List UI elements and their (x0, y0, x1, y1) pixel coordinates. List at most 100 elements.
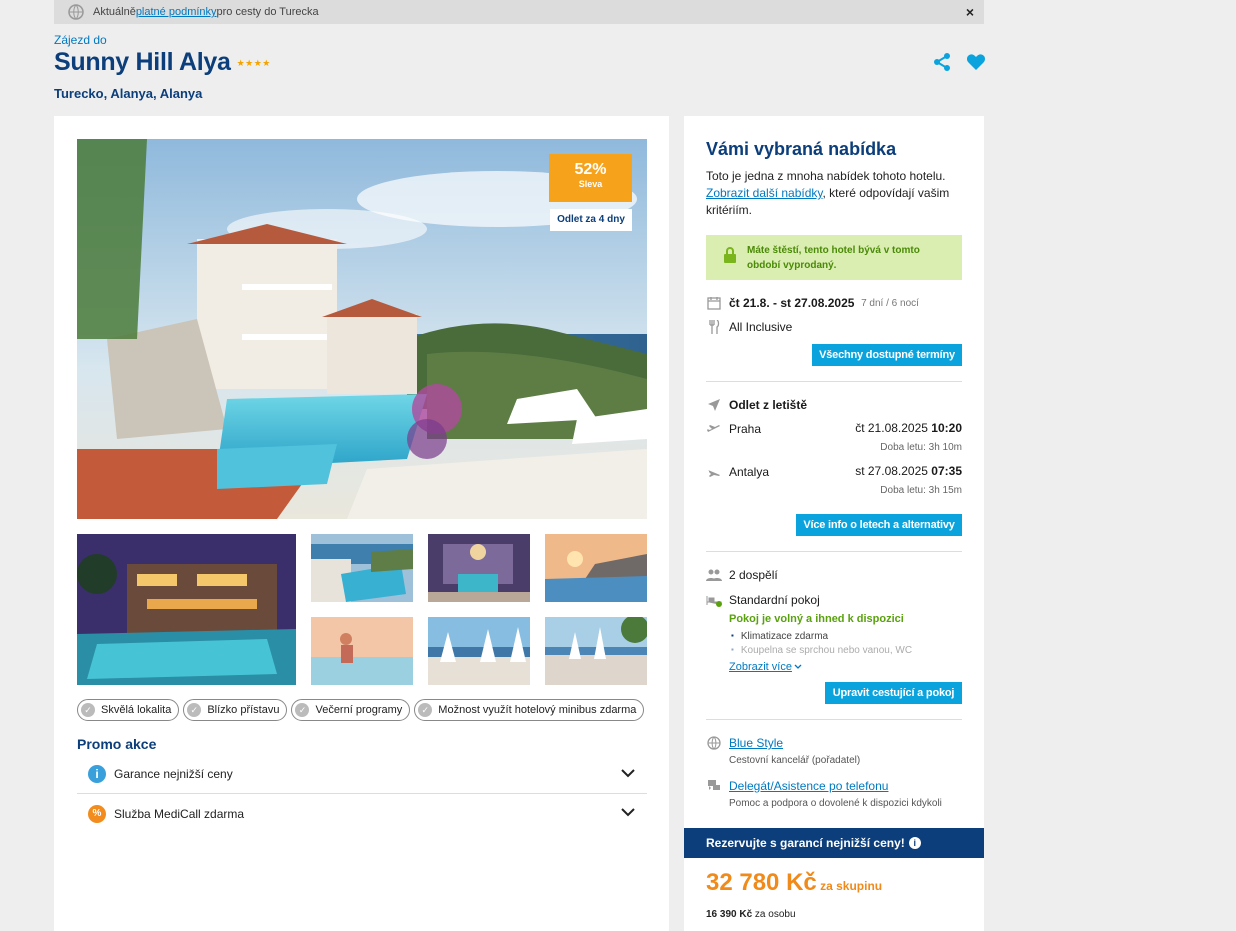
return-duration: Doba letu: 3h 15m (880, 485, 962, 496)
chevron-down-icon[interactable] (621, 767, 635, 781)
board-type: All Inclusive (729, 320, 793, 334)
thumbnail-sunset-pool[interactable] (545, 534, 647, 602)
promo-title: Promo akce (77, 736, 157, 752)
amenity-item: Koupelna se sprchou nebo vanou, WC (731, 645, 912, 656)
return-time: 07:35 (931, 464, 962, 478)
conditions-link[interactable]: platné podmínky (136, 6, 217, 18)
discount-label: Sleva (578, 179, 603, 189)
more-offers-link[interactable]: Zobrazit další nabídky (706, 186, 823, 200)
close-icon[interactable]: × (966, 4, 974, 20)
dates-row: čt 21.8. - st 27.08.2025 7 dní / 6 nocí (706, 295, 919, 311)
calendar-icon (706, 295, 722, 311)
globe-icon (68, 4, 84, 20)
page: Aktuálně platné podmínky pro cesty do Tu… (0, 0, 1236, 931)
favorite-heart-icon[interactable] (966, 52, 986, 77)
delegate-description: Pomoc a podpora o dovolené k dispozici k… (729, 798, 942, 809)
promo-medicall[interactable]: % Služba MediCall zdarma (77, 794, 647, 833)
flight-title-row: Odlet z letiště (706, 397, 807, 413)
thumbnail-woman-pool[interactable] (311, 617, 413, 685)
feature-label: Blízko přístavu (207, 704, 280, 716)
delegate-link[interactable]: Delegát/Asistence po telefonu (729, 779, 888, 793)
trip-subtitle: Zájezd do (54, 33, 107, 47)
globe-icon (706, 735, 722, 751)
info-icon: i (88, 765, 106, 783)
feature-label: Večerní programy (315, 704, 403, 716)
outbound-row: Praha (706, 421, 761, 437)
bed-icon (706, 592, 722, 608)
offer-title: Vámi vybraná nabídka (706, 139, 897, 159)
divider (706, 551, 962, 552)
promo-lowest-price[interactable]: i Garance nejnižší ceny (77, 755, 647, 794)
total-price: 32 780 Kč za skupinu (706, 869, 882, 897)
availability-notice: Máte štěstí, tento hotel bývá v tomto ob… (706, 235, 962, 280)
return-city: Antalya (729, 465, 770, 479)
promo-label: Garance nejnižší ceny (114, 767, 233, 781)
check-icon: ✓ (418, 703, 433, 717)
chevron-down-icon[interactable] (621, 806, 635, 820)
people-icon (706, 567, 722, 583)
check-icon: ✓ (81, 703, 95, 717)
room-type: Standardní pokoj (729, 593, 820, 607)
agency-role: Cestovní kancelář (pořadatel) (729, 755, 861, 766)
agency-link[interactable]: Blue Style (729, 736, 783, 750)
star-rating: ★★★★ (236, 58, 271, 68)
thumbnail-sun-terrace[interactable] (428, 617, 530, 685)
thumbnail-beach-umbrellas[interactable] (545, 617, 647, 685)
return-date: st 27.08.2025 (855, 464, 928, 478)
amenity-item: Klimatizace zdarma (731, 631, 828, 642)
all-terms-button[interactable]: Všechny dostupné termíny (812, 344, 962, 366)
hotel-name: Sunny Hill Alya (54, 48, 231, 76)
show-more-link[interactable]: Zobrazit více (729, 661, 792, 673)
passengers-row: 2 dospělí (706, 567, 778, 583)
outbound-date: čt 21.08.2025 (855, 421, 928, 435)
promo-label: Služba MediCall zdarma (114, 806, 245, 821)
thumbnail-spa[interactable] (428, 534, 530, 602)
header-actions (932, 52, 986, 77)
per-person-value: 16 390 Kč (706, 909, 753, 920)
support-icon (706, 778, 722, 794)
hotel-features: ✓ Skvělá lokalita ✓ Blízko přístavu ✓ Večer… (77, 699, 645, 721)
price-unit: za skupinu (816, 879, 883, 893)
per-person-price: 16 390 Kč za osobu (706, 909, 796, 920)
info-prefix: Aktuálně (93, 6, 136, 18)
discount-badge: 52% Sleva (549, 154, 632, 202)
edit-travelers-button[interactable]: Upravit cestující a pokoj (825, 682, 962, 704)
feature-label: Skvělá lokalita (101, 704, 172, 716)
offer-summary-panel: Vámi vybraná nabídka Toto je jedna z mno… (684, 116, 984, 931)
title-row: Sunny Hill Alya ★★★★ (54, 48, 271, 77)
feature-tag: ✓ Možnost využít hotelový minibus zdarma (414, 699, 645, 721)
outbound-duration: Doba letu: 3h 10m (880, 442, 962, 453)
outbound-time: 10:20 (931, 421, 962, 435)
thumbnail-night-pool[interactable] (77, 534, 296, 685)
takeoff-plane-icon (706, 421, 722, 437)
thumbnail-pool-sea[interactable] (311, 534, 413, 602)
divider (706, 381, 962, 382)
agency-row: Blue Style (706, 735, 783, 751)
percent-icon: % (88, 804, 106, 823)
feature-label: Možnost využít hotelový minibus zdarma (438, 704, 637, 716)
share-icon[interactable] (932, 52, 952, 77)
check-icon: ✓ (187, 703, 202, 717)
board-row: All Inclusive (706, 319, 792, 335)
cutlery-icon (706, 319, 722, 335)
show-more[interactable]: Zobrazit více (729, 661, 802, 673)
feature-tag: ✓ Večerní programy (291, 699, 411, 721)
delegate-row: Delegát/Asistence po telefonu (706, 778, 888, 794)
per-person-label: za osobu (752, 909, 796, 920)
flight-info-button[interactable]: Více info o letech a alternativy (796, 514, 962, 536)
price-value: 32 780 Kč (706, 869, 817, 896)
feature-tag: ✓ Blízko přístavu (183, 699, 288, 721)
discount-percent: 52% (574, 161, 607, 178)
trip-dates: čt 21.8. - st 27.08.2025 (729, 296, 855, 310)
check-icon: ✓ (295, 703, 310, 717)
room-row: Standardní pokoj (706, 592, 820, 608)
return-datetime: st 27.08.2025 07:35 (855, 464, 962, 478)
reserve-banner: Rezervujte s garancí nejnižší ceny! i (684, 828, 984, 858)
travel-info-bar: Aktuálně platné podmínky pro cesty do Tu… (54, 0, 984, 24)
hero-photo[interactable]: 52% Sleva Odlet za 4 dny (77, 139, 647, 519)
info-icon[interactable]: i (908, 837, 921, 849)
hotel-gallery-panel: 52% Sleva Odlet za 4 dny ✓ Skvělá lokali… (54, 116, 669, 931)
landing-plane-icon (706, 464, 722, 480)
passengers: 2 dospělí (729, 568, 778, 582)
return-row: Antalya (706, 464, 769, 480)
